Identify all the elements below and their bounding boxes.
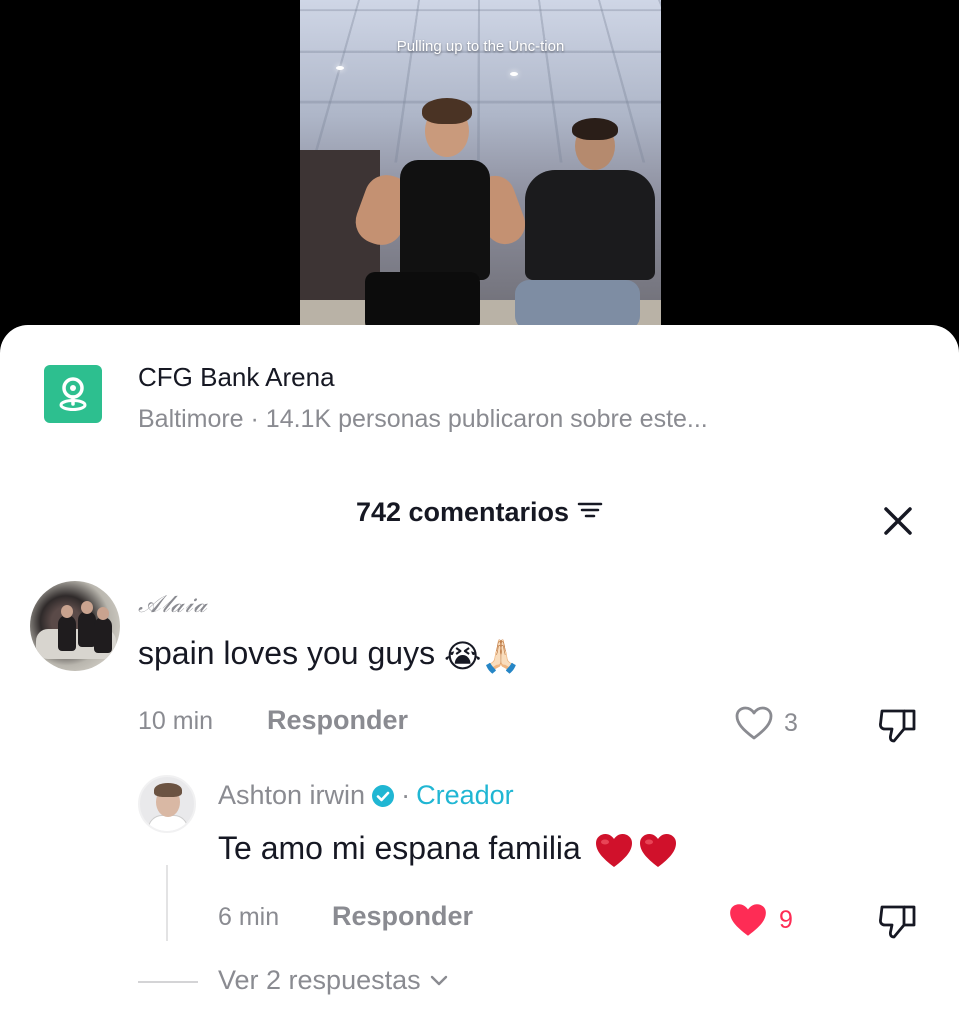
person-left-hair	[422, 98, 472, 124]
video-player[interactable]: Pulling up to the Unc-tion	[300, 0, 661, 330]
avatar-photo-detail	[154, 783, 182, 797]
reply-body: Te amo mi espana familia	[218, 830, 581, 866]
reply-button[interactable]: Responder	[267, 705, 408, 736]
view-replies-button[interactable]: Ver 2 respuestas	[218, 965, 449, 996]
comments-count-label: 742 comentarios	[355, 497, 570, 527]
thread-line	[166, 865, 168, 941]
sort-filter-icon[interactable]	[577, 497, 603, 528]
dislike-button[interactable]	[876, 901, 920, 946]
like-button[interactable]: 3	[734, 705, 798, 741]
avatar-photo-detail	[94, 617, 112, 653]
person-right-legs	[515, 280, 640, 330]
thumbs-down-icon	[879, 905, 916, 939]
like-count: 3	[784, 708, 798, 737]
person-left-legs	[365, 272, 480, 330]
reply-author-row: Ashton irwin · Creador	[218, 780, 514, 811]
video-caption: Pulling up to the Unc-tion	[396, 38, 565, 55]
ceiling-light	[336, 66, 344, 70]
comments-sheet: CFG Bank Arena Baltimore · 14.1K persona…	[0, 325, 959, 1010]
comments-header: 742 comentarios	[0, 493, 959, 533]
reply-emojis	[590, 832, 678, 870]
ceiling-light	[510, 72, 518, 76]
reply-time: 6 min	[218, 903, 280, 931]
thumbs-down-icon	[879, 709, 916, 743]
comment-text: spain loves you guys 😭🙏🏻	[138, 635, 521, 675]
avatar[interactable]	[138, 775, 196, 833]
person-right-hair	[572, 118, 618, 140]
heart-filled-icon	[730, 904, 766, 936]
reply-text: Te amo mi espana familia	[218, 830, 678, 870]
avatar-photo-detail	[148, 815, 188, 831]
close-button[interactable]	[876, 499, 920, 543]
verified-badge-icon	[372, 784, 395, 807]
location-subtitle: Baltimore · 14.1K personas publicaron so…	[138, 405, 708, 433]
person-left-body	[400, 160, 490, 280]
comment-emojis: 😭🙏🏻	[443, 636, 522, 675]
location-row[interactable]: CFG Bank Arena Baltimore · 14.1K persona…	[0, 325, 959, 445]
location-title: CFG Bank Arena	[138, 362, 335, 392]
view-replies-label: Ver 2 respuestas	[218, 965, 421, 995]
creator-badge: Creador	[416, 780, 514, 810]
heart-outline-icon	[735, 706, 773, 740]
red-heart-emoji-icon	[639, 833, 676, 867]
comment-time: 10 min	[138, 707, 214, 735]
avatar-photo-detail	[81, 601, 93, 614]
red-heart-emoji-icon	[595, 833, 632, 867]
replies-divider	[138, 981, 198, 983]
reply-button[interactable]: Responder	[332, 901, 473, 932]
avatar-photo-detail	[58, 615, 76, 651]
comment-body: spain loves you guys	[138, 635, 436, 671]
video-background: Pulling up to the Unc-tion	[0, 0, 959, 330]
comments-count[interactable]: 742 comentarios	[0, 497, 959, 528]
reply-author[interactable]: Ashton irwin	[218, 780, 365, 811]
chevron-down-icon	[430, 975, 447, 985]
location-pin-icon	[44, 365, 102, 423]
avatar-photo-detail	[61, 605, 73, 618]
dislike-button[interactable]	[876, 705, 920, 750]
person-right-body	[525, 170, 655, 280]
avatar-photo-detail	[97, 607, 109, 620]
comment-author[interactable]: 𝒜𝓁𝒶𝒾𝒶	[138, 590, 208, 618]
close-icon	[884, 507, 912, 535]
like-count: 9	[779, 905, 793, 934]
separator-dot: ·	[401, 780, 411, 810]
like-button[interactable]: 9	[727, 901, 793, 939]
avatar[interactable]	[30, 581, 120, 671]
